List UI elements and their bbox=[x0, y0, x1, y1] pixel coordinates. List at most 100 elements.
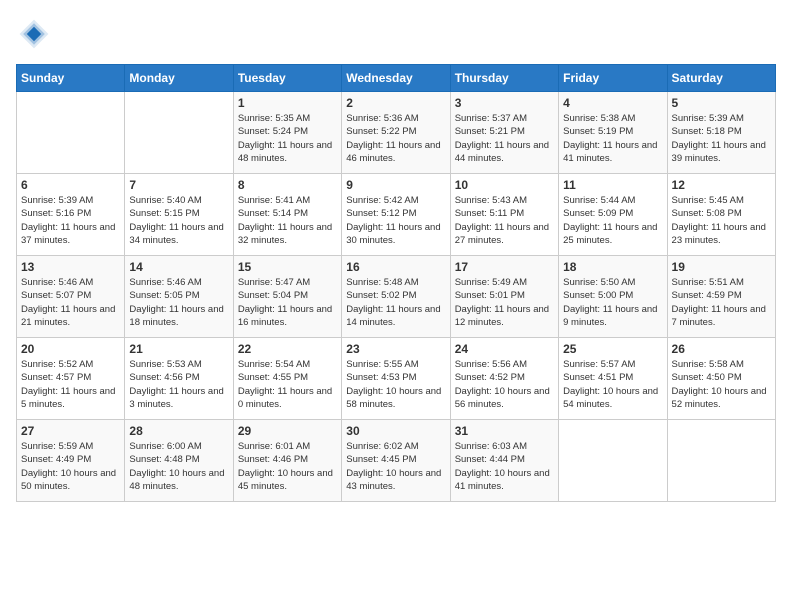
calendar-cell bbox=[125, 92, 233, 174]
day-info: Sunrise: 6:01 AMSunset: 4:46 PMDaylight:… bbox=[238, 440, 337, 493]
calendar-cell: 10Sunrise: 5:43 AMSunset: 5:11 PMDayligh… bbox=[450, 174, 558, 256]
day-info: Sunrise: 5:46 AMSunset: 5:07 PMDaylight:… bbox=[21, 276, 120, 329]
day-number: 13 bbox=[21, 260, 120, 274]
calendar-cell bbox=[17, 92, 125, 174]
logo bbox=[16, 16, 56, 52]
day-info: Sunrise: 5:35 AMSunset: 5:24 PMDaylight:… bbox=[238, 112, 337, 165]
calendar-cell: 22 Sunrise: 5:54 AMSunset: 4:55 PMDayligh… bbox=[233, 338, 341, 420]
calendar-cell: 4 Sunrise: 5:38 AMSunset: 5:19 PMDaylight… bbox=[559, 92, 667, 174]
day-info: Sunrise: 5:42 AMSunset: 5:12 PMDaylight:… bbox=[346, 194, 445, 247]
day-info: Sunrise: 5:44 AMSunset: 5:09 PMDaylight:… bbox=[563, 194, 662, 247]
day-number: 23 bbox=[346, 342, 445, 356]
weekday-header-tuesday: Tuesday bbox=[233, 65, 341, 92]
day-number: 2 bbox=[346, 96, 445, 110]
day-number: 21 bbox=[129, 342, 228, 356]
day-number: 6 bbox=[21, 178, 120, 192]
day-number: 29 bbox=[238, 424, 337, 438]
day-info: Sunrise: 6:00 AMSunset: 4:48 PMDaylight:… bbox=[129, 440, 228, 493]
day-info: Sunrise: 5:43 AMSunset: 5:11 PMDaylight:… bbox=[455, 194, 554, 247]
day-info: Sunrise: 5:56 AMSunset: 4:52 PMDaylight:… bbox=[455, 358, 554, 411]
calendar-cell: 3 Sunrise: 5:37 AMSunset: 5:21 PMDaylight… bbox=[450, 92, 558, 174]
calendar-cell bbox=[667, 420, 775, 502]
day-info: Sunrise: 5:57 AMSunset: 4:51 PMDaylight:… bbox=[563, 358, 662, 411]
day-number: 9 bbox=[346, 178, 445, 192]
weekday-header-wednesday: Wednesday bbox=[342, 65, 450, 92]
weekday-header-monday: Monday bbox=[125, 65, 233, 92]
day-number: 24 bbox=[455, 342, 554, 356]
day-number: 7 bbox=[129, 178, 228, 192]
day-number: 5 bbox=[672, 96, 771, 110]
day-info: Sunrise: 5:54 AMSunset: 4:55 PMDaylight:… bbox=[238, 358, 337, 411]
calendar-cell: 5 Sunrise: 5:39 AMSunset: 5:18 PMDaylight… bbox=[667, 92, 775, 174]
day-info: Sunrise: 5:41 AMSunset: 5:14 PMDaylight:… bbox=[238, 194, 337, 247]
weekday-header-thursday: Thursday bbox=[450, 65, 558, 92]
calendar-cell: 6 Sunrise: 5:39 AMSunset: 5:16 PMDaylight… bbox=[17, 174, 125, 256]
day-number: 15 bbox=[238, 260, 337, 274]
calendar-week-5: 27 Sunrise: 5:59 AMSunset: 4:49 PMDayligh… bbox=[17, 420, 776, 502]
calendar-cell: 18 Sunrise: 5:50 AMSunset: 5:00 PMDayligh… bbox=[559, 256, 667, 338]
day-number: 16 bbox=[346, 260, 445, 274]
calendar-cell: 15 Sunrise: 5:47 AMSunset: 5:04 PMDayligh… bbox=[233, 256, 341, 338]
day-info: Sunrise: 5:38 AMSunset: 5:19 PMDaylight:… bbox=[563, 112, 662, 165]
calendar-cell: 19 Sunrise: 5:51 AMSunset: 4:59 PMDayligh… bbox=[667, 256, 775, 338]
day-info: Sunrise: 5:55 AMSunset: 4:53 PMDaylight:… bbox=[346, 358, 445, 411]
day-info: Sunrise: 5:37 AMSunset: 5:21 PMDaylight:… bbox=[455, 112, 554, 165]
day-number: 19 bbox=[672, 260, 771, 274]
weekday-header-row: SundayMondayTuesdayWednesdayThursdayFrid… bbox=[17, 65, 776, 92]
calendar-cell: 11Sunrise: 5:44 AMSunset: 5:09 PMDayligh… bbox=[559, 174, 667, 256]
day-number: 27 bbox=[21, 424, 120, 438]
weekday-header-friday: Friday bbox=[559, 65, 667, 92]
day-number: 4 bbox=[563, 96, 662, 110]
day-info: Sunrise: 5:51 AMSunset: 4:59 PMDaylight:… bbox=[672, 276, 771, 329]
calendar-cell: 2Sunrise: 5:36 AMSunset: 5:22 PMDaylight… bbox=[342, 92, 450, 174]
day-number: 1 bbox=[238, 96, 337, 110]
day-number: 20 bbox=[21, 342, 120, 356]
calendar-cell: 13 Sunrise: 5:46 AMSunset: 5:07 PMDayligh… bbox=[17, 256, 125, 338]
calendar-cell: 9 Sunrise: 5:42 AMSunset: 5:12 PMDaylight… bbox=[342, 174, 450, 256]
logo-icon bbox=[16, 16, 52, 52]
calendar-cell: 27 Sunrise: 5:59 AMSunset: 4:49 PMDayligh… bbox=[17, 420, 125, 502]
day-info: Sunrise: 5:48 AMSunset: 5:02 PMDaylight:… bbox=[346, 276, 445, 329]
day-info: Sunrise: 5:46 AMSunset: 5:05 PMDaylight:… bbox=[129, 276, 228, 329]
calendar-cell: 1 Sunrise: 5:35 AMSunset: 5:24 PMDaylight… bbox=[233, 92, 341, 174]
calendar-week-2: 6 Sunrise: 5:39 AMSunset: 5:16 PMDaylight… bbox=[17, 174, 776, 256]
calendar-week-3: 13 Sunrise: 5:46 AMSunset: 5:07 PMDayligh… bbox=[17, 256, 776, 338]
day-number: 31 bbox=[455, 424, 554, 438]
calendar-week-1: 1 Sunrise: 5:35 AMSunset: 5:24 PMDaylight… bbox=[17, 92, 776, 174]
day-info: Sunrise: 5:50 AMSunset: 5:00 PMDaylight:… bbox=[563, 276, 662, 329]
day-number: 12 bbox=[672, 178, 771, 192]
day-info: Sunrise: 5:52 AMSunset: 4:57 PMDaylight:… bbox=[21, 358, 120, 411]
calendar-cell bbox=[559, 420, 667, 502]
calendar-cell: 12 Sunrise: 5:45 AMSunset: 5:08 PMDayligh… bbox=[667, 174, 775, 256]
calendar-cell: 28 Sunrise: 6:00 AMSunset: 4:48 PMDayligh… bbox=[125, 420, 233, 502]
day-info: Sunrise: 5:47 AMSunset: 5:04 PMDaylight:… bbox=[238, 276, 337, 329]
day-info: Sunrise: 6:02 AMSunset: 4:45 PMDaylight:… bbox=[346, 440, 445, 493]
weekday-header-sunday: Sunday bbox=[17, 65, 125, 92]
calendar-table: SundayMondayTuesdayWednesdayThursdayFrid… bbox=[16, 64, 776, 502]
day-info: Sunrise: 5:45 AMSunset: 5:08 PMDaylight:… bbox=[672, 194, 771, 247]
day-number: 30 bbox=[346, 424, 445, 438]
day-info: Sunrise: 5:40 AMSunset: 5:15 PMDaylight:… bbox=[129, 194, 228, 247]
day-info: Sunrise: 5:39 AMSunset: 5:18 PMDaylight:… bbox=[672, 112, 771, 165]
calendar-cell: 25 Sunrise: 5:57 AMSunset: 4:51 PMDayligh… bbox=[559, 338, 667, 420]
calendar-cell: 7 Sunrise: 5:40 AMSunset: 5:15 PMDaylight… bbox=[125, 174, 233, 256]
day-info: Sunrise: 5:39 AMSunset: 5:16 PMDaylight:… bbox=[21, 194, 120, 247]
calendar-week-4: 20 Sunrise: 5:52 AMSunset: 4:57 PMDayligh… bbox=[17, 338, 776, 420]
day-info: Sunrise: 5:53 AMSunset: 4:56 PMDaylight:… bbox=[129, 358, 228, 411]
day-number: 28 bbox=[129, 424, 228, 438]
day-number: 26 bbox=[672, 342, 771, 356]
day-number: 22 bbox=[238, 342, 337, 356]
day-info: Sunrise: 6:03 AMSunset: 4:44 PMDaylight:… bbox=[455, 440, 554, 493]
day-number: 8 bbox=[238, 178, 337, 192]
day-number: 25 bbox=[563, 342, 662, 356]
calendar-cell: 29 Sunrise: 6:01 AMSunset: 4:46 PMDayligh… bbox=[233, 420, 341, 502]
calendar-cell: 21 Sunrise: 5:53 AMSunset: 4:56 PMDayligh… bbox=[125, 338, 233, 420]
calendar-cell: 20 Sunrise: 5:52 AMSunset: 4:57 PMDayligh… bbox=[17, 338, 125, 420]
calendar-cell: 26Sunrise: 5:58 AMSunset: 4:50 PMDayligh… bbox=[667, 338, 775, 420]
day-number: 3 bbox=[455, 96, 554, 110]
day-number: 14 bbox=[129, 260, 228, 274]
calendar-cell: 16 Sunrise: 5:48 AMSunset: 5:02 PMDayligh… bbox=[342, 256, 450, 338]
day-info: Sunrise: 5:59 AMSunset: 4:49 PMDaylight:… bbox=[21, 440, 120, 493]
day-number: 18 bbox=[563, 260, 662, 274]
calendar-cell: 8 Sunrise: 5:41 AMSunset: 5:14 PMDaylight… bbox=[233, 174, 341, 256]
